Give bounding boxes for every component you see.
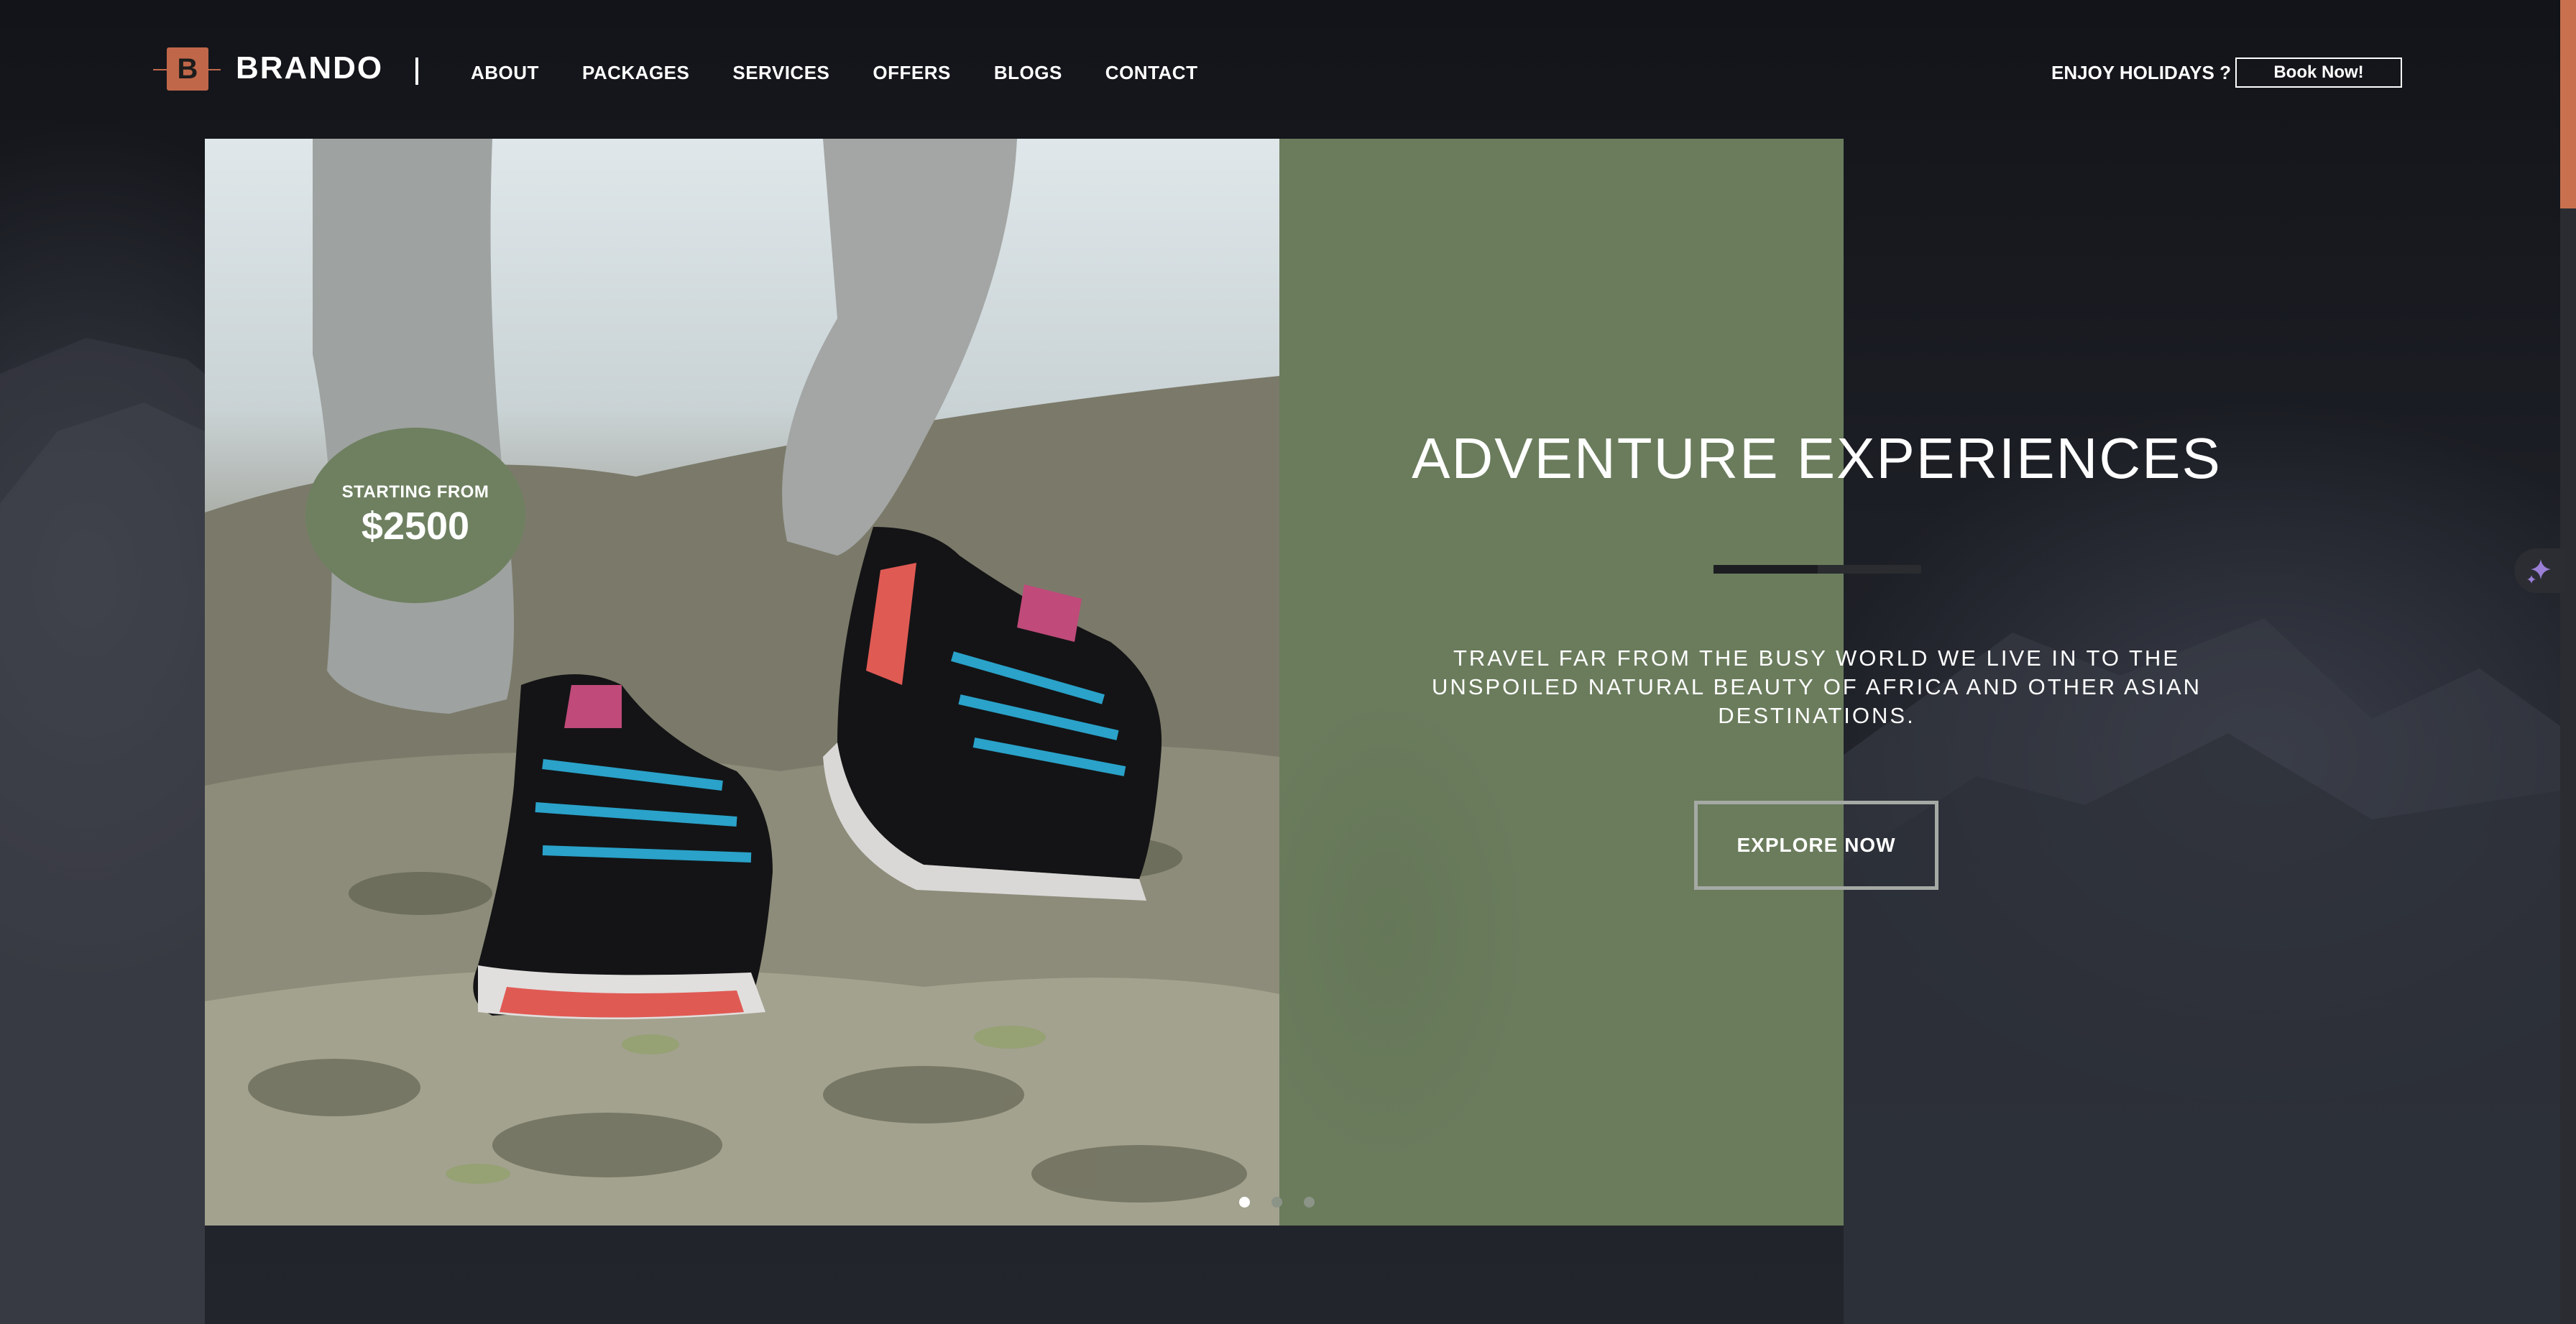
- nav-contact[interactable]: CONTACT: [1105, 62, 1198, 84]
- site-header: B BRANDO ABOUT PACKAGES SERVICES OFFERS …: [0, 0, 2576, 137]
- slider-dots: [1239, 1197, 1315, 1208]
- logo-line-right: [208, 69, 221, 70]
- hero-description: TRAVEL FAR FROM THE BUSY WORLD WE LIVE I…: [1431, 645, 2202, 728]
- nav-services[interactable]: SERVICES: [732, 62, 829, 84]
- assistant-tab[interactable]: [2514, 548, 2564, 593]
- nav-blogs[interactable]: BLOGS: [994, 62, 1062, 84]
- price-badge: STARTING FROM $2500: [305, 428, 525, 603]
- nav-packages[interactable]: PACKAGES: [582, 62, 689, 84]
- hero-photo: [205, 139, 1279, 1226]
- logo-line-left: [153, 69, 167, 70]
- slider-dot-1[interactable]: [1239, 1197, 1250, 1208]
- header-tagline: ENJOY HOLIDAYS ?: [2051, 62, 2231, 83]
- brand-logo-icon[interactable]: B: [167, 47, 208, 91]
- price-badge-value: $2500: [361, 505, 470, 548]
- book-now-button[interactable]: Book Now!: [2235, 58, 2402, 88]
- nav-about[interactable]: ABOUT: [471, 62, 539, 84]
- hero-title: ADVENTURE EXPERIENCES: [1412, 426, 2222, 490]
- price-badge-label: STARTING FROM: [341, 482, 489, 502]
- explore-now-button[interactable]: EXPLORE NOW: [1694, 801, 1938, 890]
- nav-offers[interactable]: OFFERS: [873, 62, 950, 84]
- slider-dot-2[interactable]: [1271, 1197, 1282, 1208]
- sparkle-icon: [2527, 559, 2551, 584]
- brand-name[interactable]: BRANDO: [236, 50, 383, 86]
- page-scrollbar-thumb[interactable]: [2560, 0, 2576, 208]
- slider-dot-3[interactable]: [1304, 1197, 1315, 1208]
- main-nav: ABOUT PACKAGES SERVICES OFFERS BLOGS CON…: [471, 62, 1197, 84]
- header-divider: [415, 58, 418, 85]
